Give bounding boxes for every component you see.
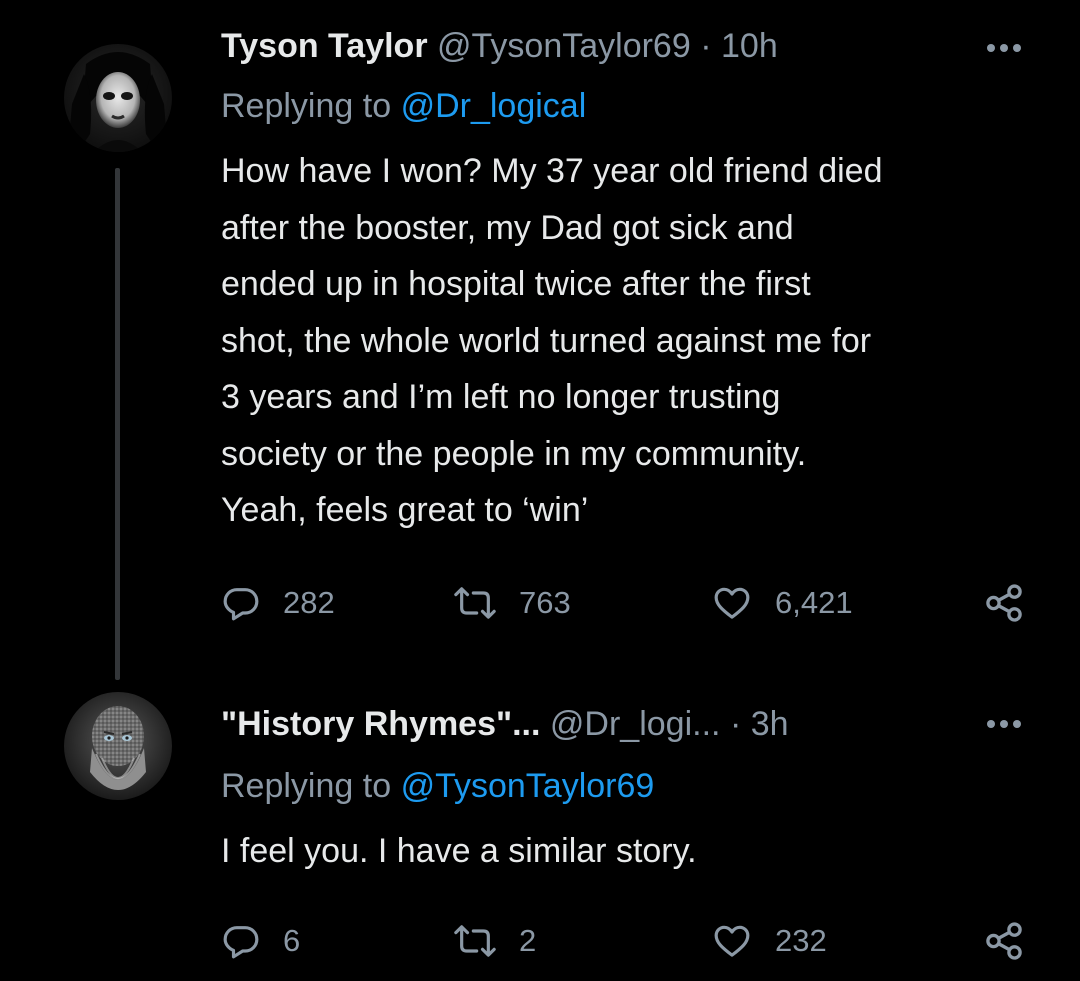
heart-icon: [714, 587, 750, 619]
like-count: 232: [775, 923, 827, 958]
like-count: 6,421: [775, 585, 853, 620]
reply-count: 282: [283, 585, 335, 620]
user-avatar-pale-face-icon: [64, 44, 172, 152]
share-button[interactable]: [983, 916, 1025, 966]
retweet-count: 763: [519, 585, 571, 620]
more-options-button[interactable]: [982, 702, 1026, 746]
more-dots-icon: [987, 720, 1021, 728]
retweet-icon: [454, 925, 496, 957]
timestamp[interactable]: 10h: [721, 27, 778, 65]
tweet-actions: 282 763 6,421: [221, 578, 1041, 628]
display-name[interactable]: Tyson Taylor: [221, 27, 428, 65]
avatar[interactable]: [64, 692, 172, 800]
replying-to: Replying to @TysonTaylor69: [221, 764, 654, 808]
share-icon: [986, 922, 1022, 960]
reply-button[interactable]: 282: [221, 578, 335, 628]
share-icon: [986, 584, 1022, 622]
separator-dot: ·: [700, 27, 712, 65]
reply-count: 6: [283, 923, 301, 958]
share-button[interactable]: [983, 578, 1025, 628]
tweet[interactable]: Tyson Taylor @TysonTaylor69 · 10h Replyi…: [0, 0, 1080, 680]
mention-link[interactable]: @Dr_logical: [401, 87, 587, 125]
like-button[interactable]: 6,421: [711, 578, 853, 628]
mention-link[interactable]: @TysonTaylor69: [401, 767, 655, 805]
replying-to-label: Replying to: [221, 87, 392, 125]
retweet-button[interactable]: 763: [453, 578, 571, 628]
retweet-icon: [454, 587, 496, 619]
tweet-header: "History Rhymes"... @Dr_logi... · 3h: [221, 702, 789, 746]
tweet-header: Tyson Taylor @TysonTaylor69 · 10h: [221, 24, 778, 68]
replying-to: Replying to @Dr_logical: [221, 84, 586, 128]
user-handle[interactable]: @TysonTaylor69: [437, 27, 691, 65]
thread-connector-line: [115, 168, 120, 680]
like-button[interactable]: 232: [711, 916, 827, 966]
tweet[interactable]: "History Rhymes"... @Dr_logi... · 3h Rep…: [0, 680, 1080, 981]
reply-bubble-icon: [223, 926, 259, 959]
tweet-text: How have I won? My 37 year old friend di…: [221, 152, 883, 529]
avatar[interactable]: [64, 44, 172, 152]
separator-dot: ·: [729, 705, 742, 743]
more-options-button[interactable]: [982, 26, 1026, 70]
reply-bubble-icon: [223, 588, 259, 621]
user-handle[interactable]: @Dr_logi...: [550, 705, 721, 743]
user-avatar-bearded-man-icon: [64, 692, 172, 800]
replying-to-label: Replying to: [221, 767, 392, 805]
display-name[interactable]: "History Rhymes"...: [221, 705, 540, 743]
tweet-text: I feel you. I have a similar story.: [221, 832, 697, 870]
heart-icon: [714, 925, 750, 957]
timestamp[interactable]: 3h: [751, 705, 789, 743]
retweet-button[interactable]: 2: [453, 916, 536, 966]
reply-button[interactable]: 6: [221, 916, 300, 966]
more-dots-icon: [987, 44, 1021, 52]
tweet-actions: 6 2 232: [221, 916, 1041, 966]
retweet-count: 2: [519, 923, 537, 958]
